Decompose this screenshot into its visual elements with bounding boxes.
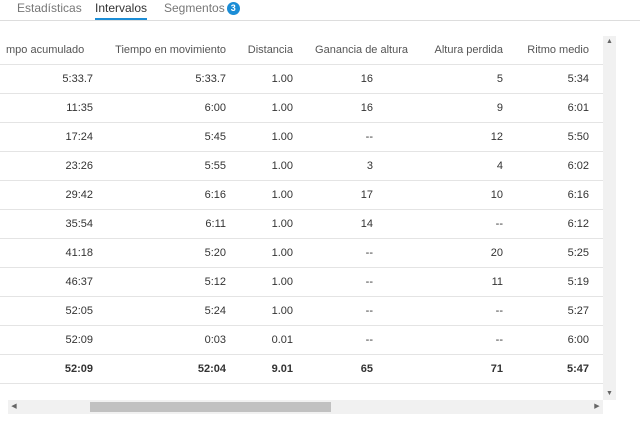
tab-segmentos[interactable]: Segmentos 3 [164, 0, 240, 20]
scroll-up-icon[interactable]: ▲ [603, 36, 616, 48]
cell-altura-perdida: -- [495, 334, 503, 346]
cell-tiempo-movimiento: 5:33.7 [195, 73, 226, 85]
table-row: 5:33.7 5:33.7 1.00 16 5 5:34 [0, 65, 603, 94]
column-header-distancia[interactable]: Distancia [248, 36, 293, 64]
scroll-down-icon[interactable]: ▼ [603, 388, 616, 400]
cell-distancia: 1.00 [271, 247, 293, 259]
segment-count-badge: 3 [226, 2, 240, 15]
cell-ganancia-altura: -- [365, 247, 373, 259]
cell-tiempo-movimiento: 5:55 [204, 160, 226, 172]
tab-segmentos-label: Segmentos [164, 1, 225, 15]
cell-tiempo-movimiento: 6:16 [204, 189, 226, 201]
cell-ritmo-medio: 5:47 [566, 363, 589, 375]
table-row: 17:24 5:45 1.00 -- 12 5:50 [0, 123, 603, 152]
cell-tiempo-movimiento: 5:20 [204, 247, 226, 259]
tab-estadisticas[interactable]: Estadísticas [17, 0, 82, 20]
cell-altura-perdida: 4 [496, 160, 503, 172]
cell-ganancia-altura: -- [365, 305, 373, 317]
horizontal-scroll-thumb[interactable] [90, 402, 331, 412]
cell-ganancia-altura: 3 [366, 160, 373, 172]
horizontal-scrollbar[interactable]: ◀ ▶ [8, 400, 603, 414]
cell-ritmo-medio: 5:34 [567, 73, 589, 85]
cell-tiempo-acumulado: 35:54 [65, 218, 93, 230]
scroll-left-icon[interactable]: ◀ [8, 400, 20, 414]
cell-distancia: 1.00 [271, 73, 293, 85]
cell-ritmo-medio: 6:00 [567, 334, 589, 346]
cell-altura-perdida: 71 [490, 363, 503, 375]
column-header-ganancia-altura[interactable]: Ganancia de altura [315, 36, 408, 64]
cell-tiempo-acumulado: 5:33.7 [62, 73, 93, 85]
cell-tiempo-acumulado: 23:26 [65, 160, 93, 172]
cell-tiempo-acumulado: 46:37 [65, 276, 93, 288]
intervals-table: mpo acumulado Tiempo en movimiento Dista… [0, 36, 603, 396]
cell-altura-perdida: -- [495, 218, 503, 230]
cell-ritmo-medio: 6:01 [567, 102, 589, 114]
cell-ganancia-altura: -- [365, 334, 373, 346]
table-header: mpo acumulado Tiempo en movimiento Dista… [0, 36, 603, 65]
scroll-right-icon[interactable]: ▶ [591, 400, 603, 414]
cell-ganancia-altura: 16 [360, 73, 373, 85]
cell-tiempo-movimiento: 6:00 [204, 102, 226, 114]
cell-tiempo-movimiento: 6:11 [205, 218, 226, 230]
cell-tiempo-acumulado: 52:09 [65, 334, 93, 346]
cell-ritmo-medio: 6:12 [567, 218, 589, 230]
cell-ritmo-medio: 5:50 [567, 131, 589, 143]
cell-ritmo-medio: 5:27 [567, 305, 589, 317]
cell-tiempo-acumulado: 11:35 [66, 102, 93, 114]
cell-tiempo-movimiento: 5:24 [204, 305, 226, 317]
cell-ritmo-medio: 5:25 [567, 247, 589, 259]
cell-tiempo-acumulado: 52:05 [65, 305, 93, 317]
column-header-tiempo-movimiento[interactable]: Tiempo en movimiento [115, 36, 226, 64]
cell-altura-perdida: 10 [490, 189, 503, 201]
cell-ganancia-altura: 65 [360, 363, 373, 375]
table-row: 35:54 6:11 1.00 14 -- 6:12 [0, 210, 603, 239]
column-header-ritmo-medio[interactable]: Ritmo medio [527, 36, 589, 64]
cell-altura-perdida: 11 [491, 276, 503, 288]
cell-ganancia-altura: 17 [360, 189, 373, 201]
cell-ritmo-medio: 6:02 [567, 160, 589, 172]
cell-altura-perdida: 12 [490, 131, 503, 143]
cell-tiempo-acumulado: 41:18 [65, 247, 93, 259]
cell-distancia: 1.00 [271, 276, 293, 288]
cell-tiempo-movimiento: 0:03 [204, 334, 226, 346]
table-row: 52:05 5:24 1.00 -- -- 5:27 [0, 297, 603, 326]
column-header-altura-perdida[interactable]: Altura perdida [435, 36, 504, 64]
tab-bar: Estadísticas Intervalos Segmentos 3 [0, 0, 640, 21]
cell-ganancia-altura: -- [365, 131, 373, 143]
cell-ritmo-medio: 5:19 [567, 276, 589, 288]
cell-distancia: 1.00 [271, 305, 293, 317]
vertical-scrollbar[interactable]: ▲ ▼ [603, 36, 616, 400]
cell-distancia: 1.00 [271, 102, 293, 114]
table-row: 23:26 5:55 1.00 3 4 6:02 [0, 152, 603, 181]
cell-distancia: 1.00 [271, 160, 293, 172]
table-row: 46:37 5:12 1.00 -- 11 5:19 [0, 268, 603, 297]
cell-tiempo-movimiento: 5:45 [204, 131, 226, 143]
cell-distancia: 9.01 [271, 363, 293, 375]
cell-tiempo-acumulado: 17:24 [65, 131, 93, 143]
cell-ganancia-altura: 16 [360, 102, 373, 114]
cell-tiempo-acumulado: 29:42 [65, 189, 93, 201]
tab-intervalos[interactable]: Intervalos [95, 0, 148, 20]
cell-altura-perdida: 9 [496, 102, 503, 114]
table-row: 29:42 6:16 1.00 17 10 6:16 [0, 181, 603, 210]
table-row: 11:35 6:00 1.00 16 9 6:01 [0, 94, 603, 123]
table-row: 52:09 0:03 0.01 -- -- 6:00 [0, 326, 603, 355]
cell-ganancia-altura: -- [365, 276, 373, 288]
cell-tiempo-movimiento: 52:04 [197, 363, 226, 375]
cell-tiempo-movimiento: 5:12 [204, 276, 226, 288]
cell-ganancia-altura: 14 [360, 218, 373, 230]
cell-altura-perdida: 20 [490, 247, 503, 259]
cell-distancia: 1.00 [271, 131, 293, 143]
cell-altura-perdida: 5 [496, 73, 503, 85]
column-header-tiempo-acumulado[interactable]: mpo acumulado [6, 36, 84, 64]
cell-ritmo-medio: 6:16 [567, 189, 589, 201]
cell-distancia: 1.00 [271, 218, 293, 230]
table-row-total: 52:09 52:04 9.01 65 71 5:47 [0, 355, 603, 384]
cell-altura-perdida: -- [495, 305, 503, 317]
cell-distancia: 1.00 [271, 189, 293, 201]
cell-distancia: 0.01 [271, 334, 293, 346]
cell-tiempo-acumulado: 52:09 [64, 363, 93, 375]
table-row: 41:18 5:20 1.00 -- 20 5:25 [0, 239, 603, 268]
